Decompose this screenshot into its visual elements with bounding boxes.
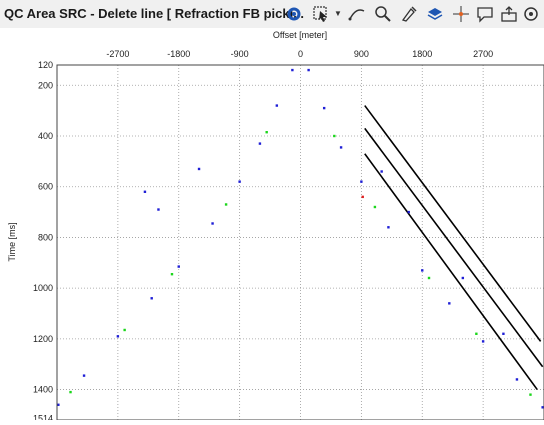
pick-point [307,68,310,72]
reference-lines [364,105,544,391]
x-tick-label: -900 [231,49,249,59]
paint-icon[interactable] [398,3,420,25]
y-tick-label: 1514 [33,413,53,420]
settings-icon[interactable] [520,3,542,25]
pick-point [177,265,180,268]
y-tick-label: 200 [38,80,53,90]
x-tick-label: 1800 [412,49,432,59]
grid [57,65,544,420]
pick-point [291,68,294,72]
select-arrow-icon[interactable] [310,3,332,25]
pick-point [407,210,410,214]
pick-point [157,208,160,211]
pick-point [421,269,424,272]
x-tick-labels: -2700 -1800 -900 0 900 1800 2700 [106,49,493,59]
y-axis-title: Time [ms] [7,222,17,261]
x-axis-title: Offset [meter] [273,30,327,40]
pick-point [143,190,147,193]
pick-point [82,374,86,377]
reference-line [364,127,544,368]
pick-point [123,328,126,332]
plot-area[interactable]: Offset [meter] Time [ms] -2700 -1800 -900 0… [0,28,544,423]
pick-point [197,167,201,171]
title-toolbar: QC Area SRC - Delete line [ Refraction F… [0,0,544,29]
y-tick-label: 800 [38,232,53,242]
pick-point [380,170,383,173]
comment-icon[interactable] [474,3,496,25]
crosshair-icon[interactable] [450,3,472,25]
y-tick-label: 1200 [33,334,53,344]
window-title: QC Area SRC - Delete line [ Refraction F… [4,6,305,21]
y-tick-label: 120 [38,60,53,70]
pick-point [481,340,485,343]
x-tick-label: -2700 [106,49,129,59]
pick-point [427,276,431,280]
seismic-scatter-chart[interactable]: Offset [meter] Time [ms] -2700 -1800 -900 0… [0,28,544,423]
layers-icon[interactable] [424,3,446,25]
pick-point [265,130,268,134]
pick-point [333,134,336,138]
pick-point [475,332,478,335]
pick-point [150,297,153,300]
x-tick-label: -1800 [167,49,190,59]
pick-point [69,390,72,394]
gear-icon[interactable] [283,3,305,25]
pick-point [448,302,451,305]
y-tick-label: 400 [38,131,53,141]
pick-point [461,276,465,280]
pick-point [529,393,532,396]
y-tick-label: 1400 [33,385,53,395]
export-icon[interactable] [498,3,520,25]
pick-point [116,335,120,338]
pick-point [361,195,364,199]
pick-point [238,180,241,183]
pick-point [224,203,228,206]
draw-line-icon[interactable] [346,3,368,25]
zoom-icon[interactable] [372,3,394,25]
chevron-down-icon[interactable]: ▼ [334,9,342,18]
pick-point [541,406,544,409]
reference-line [364,153,538,391]
pick-point [57,403,60,406]
pick-point [339,146,343,149]
x-tick-label: 900 [354,49,369,59]
y-tick-label: 600 [38,182,53,192]
pick-point [258,142,262,145]
reference-line [364,105,542,342]
x-tick-label: 0 [298,49,303,59]
pick-point [502,332,505,335]
x-tick-label: 2700 [473,49,493,59]
pick-point [373,205,377,209]
pick-point [170,272,174,276]
pick-point [211,222,214,225]
y-tick-labels: 120 200 400 600 800 1000 1200 1400 1514 [33,60,53,423]
pick-point [387,226,390,229]
y-tick-label: 1000 [33,283,53,293]
pick-point [322,106,326,110]
pick-point [275,104,279,107]
pick-point [360,180,363,183]
pick-point [515,378,519,381]
